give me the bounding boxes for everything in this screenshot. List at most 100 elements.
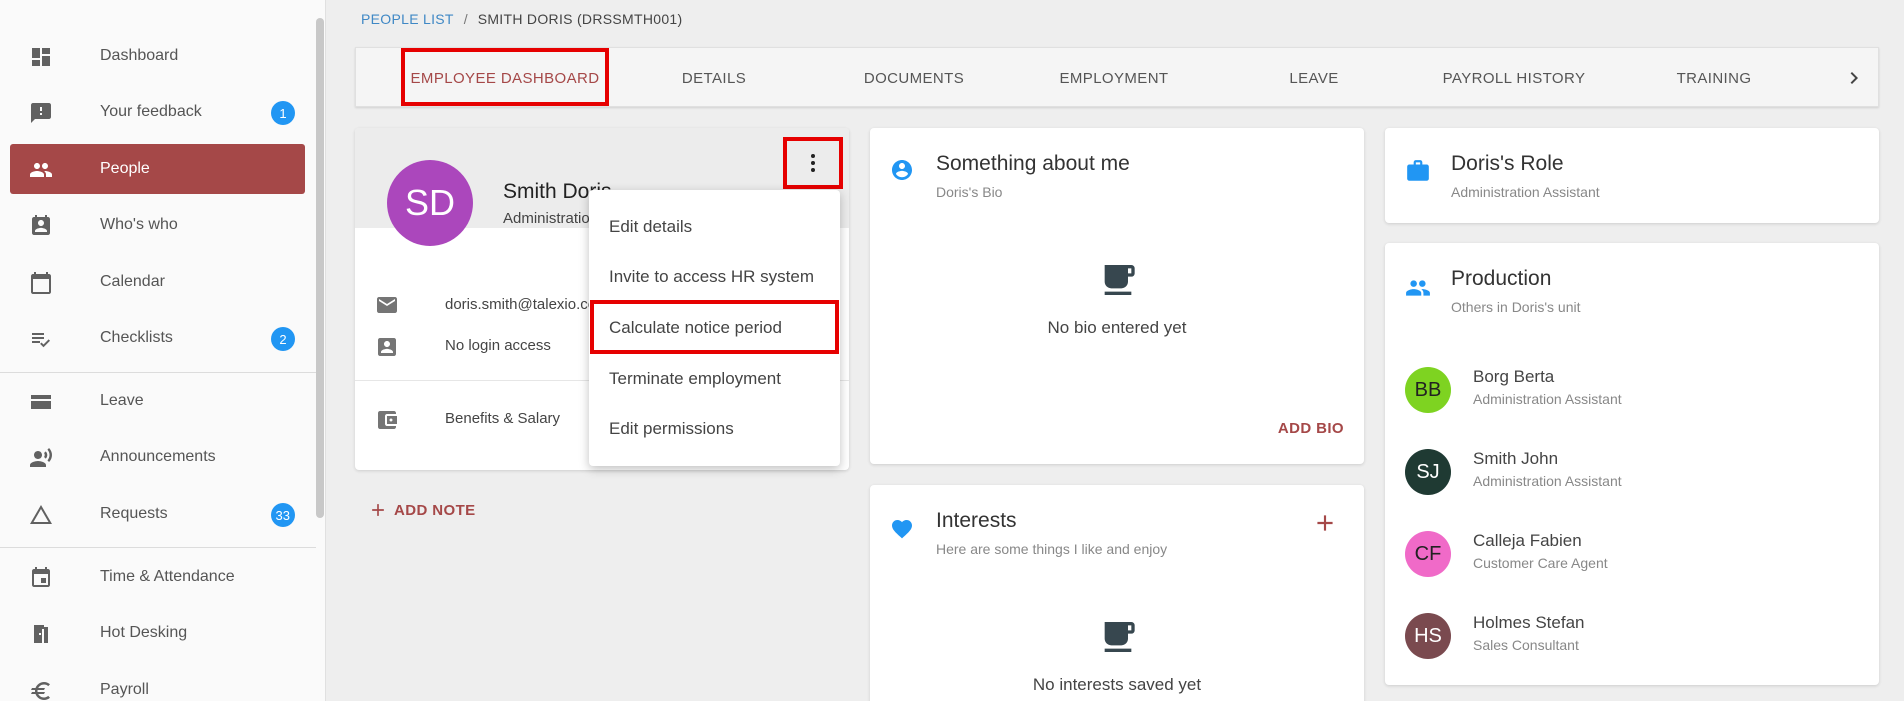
sidebar-scrollbar[interactable]	[316, 18, 324, 518]
euro-icon	[28, 678, 54, 701]
sidebar-item-leave[interactable]: Leave	[10, 376, 305, 426]
sidebar-item-time-attendance[interactable]: Time & Attendance	[10, 552, 305, 602]
sidebar-item-label: People	[100, 160, 150, 177]
checklist-icon	[28, 326, 54, 352]
unit-subtitle: Others in Doris's unit	[1451, 299, 1581, 315]
plus-icon	[372, 504, 384, 516]
sidebar-item-label: Hot Desking	[100, 624, 188, 641]
interests-title: Interests	[936, 509, 1017, 532]
more-options-button[interactable]	[783, 137, 843, 189]
avatar: HS	[1405, 613, 1451, 659]
avatar: BB	[1405, 367, 1451, 413]
person-name: Borg Berta	[1473, 367, 1555, 386]
highlight-box-menu	[590, 300, 839, 354]
sidebar-item-people[interactable]: People	[10, 144, 305, 194]
breadcrumb-current: SMITH DORIS (DRSSMTH001)	[477, 11, 683, 27]
unit-title: Production	[1451, 267, 1552, 290]
sidebar-item-label: Time & Attendance	[100, 568, 235, 585]
menu-item-terminate[interactable]: Terminate employment	[589, 354, 840, 404]
interests-card: Interests Here are some things I like an…	[870, 485, 1364, 701]
profile-options-menu: Edit details Invite to access HR system …	[589, 190, 840, 466]
sidebar-item-label: Announcements	[100, 448, 216, 465]
role-title: Doris's Role	[1451, 152, 1564, 175]
add-interest-button[interactable]	[1312, 510, 1338, 536]
tab-bar: EMPLOYEE DASHBOARD DETAILS DOCUMENTS EMP…	[355, 47, 1879, 107]
sidebar-item-label: Leave	[100, 392, 144, 409]
add-note-label: ADD NOTE	[394, 501, 476, 519]
more-vert-icon	[811, 154, 815, 172]
dashboard-icon	[28, 44, 54, 70]
sidebar-item-label: Calendar	[100, 273, 165, 290]
sidebar-item-requests[interactable]: Requests 33	[10, 489, 305, 539]
add-bio-button[interactable]: ADD BIO	[1278, 420, 1344, 437]
sidebar-item-payroll[interactable]: Payroll	[10, 665, 305, 701]
tab-employment[interactable]: EMPLOYMENT	[1014, 48, 1214, 108]
person-role: Administration Assistant	[1473, 473, 1622, 489]
highlight-box-tab	[401, 48, 609, 106]
menu-item-edit-permissions[interactable]: Edit permissions	[589, 404, 840, 454]
add-note-button[interactable]: ADD NOTE	[368, 500, 476, 520]
interests-empty-text: No interests saved yet	[1032, 675, 1202, 694]
breadcrumb: PEOPLE LIST / SMITH DORIS (DRSSMTH001)	[361, 11, 682, 27]
announcement-icon	[28, 445, 54, 471]
tab-documents[interactable]: DOCUMENTS	[814, 48, 1014, 108]
badge-icon	[28, 213, 54, 239]
person-name: Holmes Stefan	[1473, 613, 1585, 632]
sidebar-item-label: Payroll	[100, 681, 149, 698]
tab-payroll-history[interactable]: PAYROLL HISTORY	[1414, 48, 1614, 108]
list-item[interactable]: HS Holmes Stefan Sales Consultant	[1405, 607, 1865, 667]
briefcase-icon	[1407, 160, 1429, 181]
sidebar-item-your-feedback[interactable]: Your feedback 1	[10, 87, 305, 137]
feedback-count-badge: 1	[271, 101, 295, 125]
sidebar-item-calendar[interactable]: Calendar	[10, 257, 305, 307]
sidebar-item-label: Dashboard	[100, 47, 179, 64]
sidebar-item-checklists[interactable]: Checklists 2	[10, 313, 305, 363]
interests-subtitle: Here are some things I like and enjoy	[936, 541, 1168, 557]
mug-icon	[1104, 265, 1135, 295]
breadcrumb-separator: /	[463, 11, 468, 27]
person-name: Smith John	[1473, 449, 1559, 468]
person-role: Customer Care Agent	[1473, 555, 1608, 571]
calendar-icon	[28, 270, 54, 296]
wallet-icon	[375, 408, 401, 434]
benefits-salary-link[interactable]: Benefits & Salary	[445, 410, 560, 427]
avatar: SD	[387, 160, 473, 246]
about-empty-text: No bio entered yet	[1047, 318, 1187, 337]
tab-leave[interactable]: LEAVE	[1214, 48, 1414, 108]
unit-card: Production Others in Doris's unit BB Bor…	[1385, 243, 1879, 685]
role-card: Doris's Role Administration Assistant	[1385, 128, 1879, 223]
tab-training[interactable]: TRAINING	[1614, 48, 1814, 108]
leave-icon	[28, 389, 54, 415]
sidebar-item-hot-desking[interactable]: Hot Desking	[10, 608, 305, 658]
avatar: CF	[1405, 531, 1451, 577]
sidebar-item-whos-who[interactable]: Who's who	[10, 200, 305, 250]
account-circle-icon	[892, 160, 912, 180]
list-item[interactable]: SJ Smith John Administration Assistant	[1405, 443, 1865, 503]
about-title: Something about me	[936, 152, 1130, 175]
about-card: Something about me Doris's Bio No bio en…	[870, 128, 1364, 464]
sidebar-item-dashboard[interactable]: Dashboard	[10, 31, 305, 81]
tab-details[interactable]: DETAILS	[614, 48, 814, 108]
profile-role: Administration Assistant	[503, 210, 593, 227]
person-name: Calleja Fabien	[1473, 531, 1582, 550]
chevron-right-icon[interactable]	[1842, 66, 1866, 90]
list-item[interactable]: BB Borg Berta Administration Assistant	[1405, 361, 1865, 421]
list-item[interactable]: CF Calleja Fabien Customer Care Agent	[1405, 525, 1865, 585]
profile-email[interactable]: doris.smith@talexio.com	[445, 296, 609, 313]
time-calendar-icon	[28, 565, 54, 591]
feedback-icon	[28, 100, 54, 126]
sidebar-item-label: Your feedback	[100, 103, 202, 120]
sidebar-item-announcements[interactable]: Announcements	[10, 432, 305, 482]
sidebar: Dashboard Your feedback 1 People Who's w…	[0, 0, 326, 701]
mail-icon	[375, 293, 401, 319]
menu-item-invite-hr[interactable]: Invite to access HR system	[589, 252, 840, 302]
role-subtitle: Administration Assistant	[1451, 184, 1600, 200]
group-icon	[1406, 280, 1430, 296]
sidebar-item-label: Who's who	[100, 216, 178, 233]
checklists-count-badge: 2	[271, 327, 295, 351]
account-box-icon	[375, 335, 401, 361]
triangle-icon	[28, 502, 54, 528]
avatar: SJ	[1405, 449, 1451, 495]
menu-item-edit-details[interactable]: Edit details	[589, 202, 840, 252]
breadcrumb-people-list-link[interactable]: PEOPLE LIST	[361, 11, 454, 27]
